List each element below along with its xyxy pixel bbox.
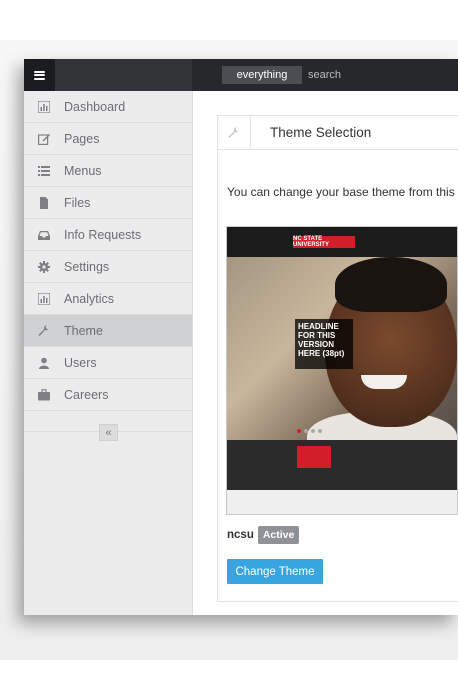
briefcase-icon <box>24 388 64 401</box>
sidebar-item-label: Users <box>64 355 97 370</box>
sidebar-item-menus[interactable]: Menus <box>24 155 192 187</box>
theme-name: ncsu <box>227 529 254 541</box>
edit-icon <box>24 133 64 145</box>
sidebar-item-users[interactable]: Users <box>24 347 192 379</box>
sidebar-item-label: Menus <box>64 163 102 178</box>
sidebar-item-label: Dashboard <box>64 99 126 114</box>
sidebar-collapse-button[interactable]: « <box>99 424 118 441</box>
preview-carousel-dots <box>297 429 322 433</box>
wrench-icon <box>218 116 251 149</box>
sidebar-item-label: Info Requests <box>64 227 142 242</box>
sidebar-item-theme[interactable]: Theme <box>24 315 192 347</box>
preview-logo: NC STATE UNIVERSITY <box>293 236 355 248</box>
bar-chart-icon <box>24 100 64 113</box>
change-theme-button[interactable]: Change Theme <box>227 559 323 584</box>
sidebar-item-label: Analytics <box>64 291 115 306</box>
search-scope-selector[interactable]: everything <box>222 66 302 84</box>
search-input[interactable] <box>306 66 458 84</box>
panel-header: Theme Selection <box>218 116 458 150</box>
sidebar-item-files[interactable]: Files <box>24 187 192 219</box>
wrench-icon <box>24 324 64 337</box>
inbox-icon <box>24 229 64 241</box>
preview-footer <box>227 440 457 490</box>
preview-hair <box>335 257 447 312</box>
sidebar-item-info-requests[interactable]: Info Requests <box>24 219 192 251</box>
list-icon <box>24 165 64 177</box>
preview-headline: HEADLINE FOR THIS VERSION HERE (38pt) <box>295 319 353 369</box>
main-content: Theme Selection You can change your base… <box>193 91 458 615</box>
topbar-left-area <box>55 59 192 91</box>
sidebar: Dashboard Pages Menus Files Info Request… <box>24 91 193 615</box>
theme-selection-panel: Theme Selection You can change your base… <box>217 115 458 602</box>
menu-toggle-button[interactable] <box>24 59 55 91</box>
gear-icon <box>24 260 64 273</box>
sidebar-item-label: Files <box>64 195 91 210</box>
theme-preview-image[interactable]: NC STATE UNIVERSITY HEADLINE FOR THIS VE… <box>226 226 458 515</box>
status-badge: Active <box>257 526 300 544</box>
intro-text: You can change your base theme from this… <box>227 185 458 199</box>
sidebar-item-dashboard[interactable]: Dashboard <box>24 91 192 123</box>
sidebar-item-careers[interactable]: Careers <box>24 379 192 411</box>
sidebar-item-settings[interactable]: Settings <box>24 251 192 283</box>
preview-header-bar: NC STATE UNIVERSITY <box>227 227 457 257</box>
panel-title: Theme Selection <box>270 125 372 140</box>
user-icon <box>24 357 64 369</box>
preview-footer-logo <box>297 446 331 468</box>
hamburger-icon <box>34 70 45 80</box>
sidebar-item-label: Settings <box>64 259 110 274</box>
top-bar: everything <box>24 59 458 91</box>
sidebar-item-label: Careers <box>64 387 109 402</box>
file-icon <box>24 196 64 209</box>
preview-bottom-strip <box>227 490 457 514</box>
sidebar-item-analytics[interactable]: Analytics <box>24 283 192 315</box>
preview-smile <box>361 375 407 389</box>
sidebar-item-label: Theme <box>64 323 103 338</box>
sidebar-item-pages[interactable]: Pages <box>24 123 192 155</box>
bar-chart-icon <box>24 292 64 305</box>
sidebar-item-label: Pages <box>64 131 100 146</box>
theme-name-row: ncsu Active <box>227 526 300 544</box>
app-window: everything Dashboard Pages Menus Files I… <box>24 59 458 615</box>
